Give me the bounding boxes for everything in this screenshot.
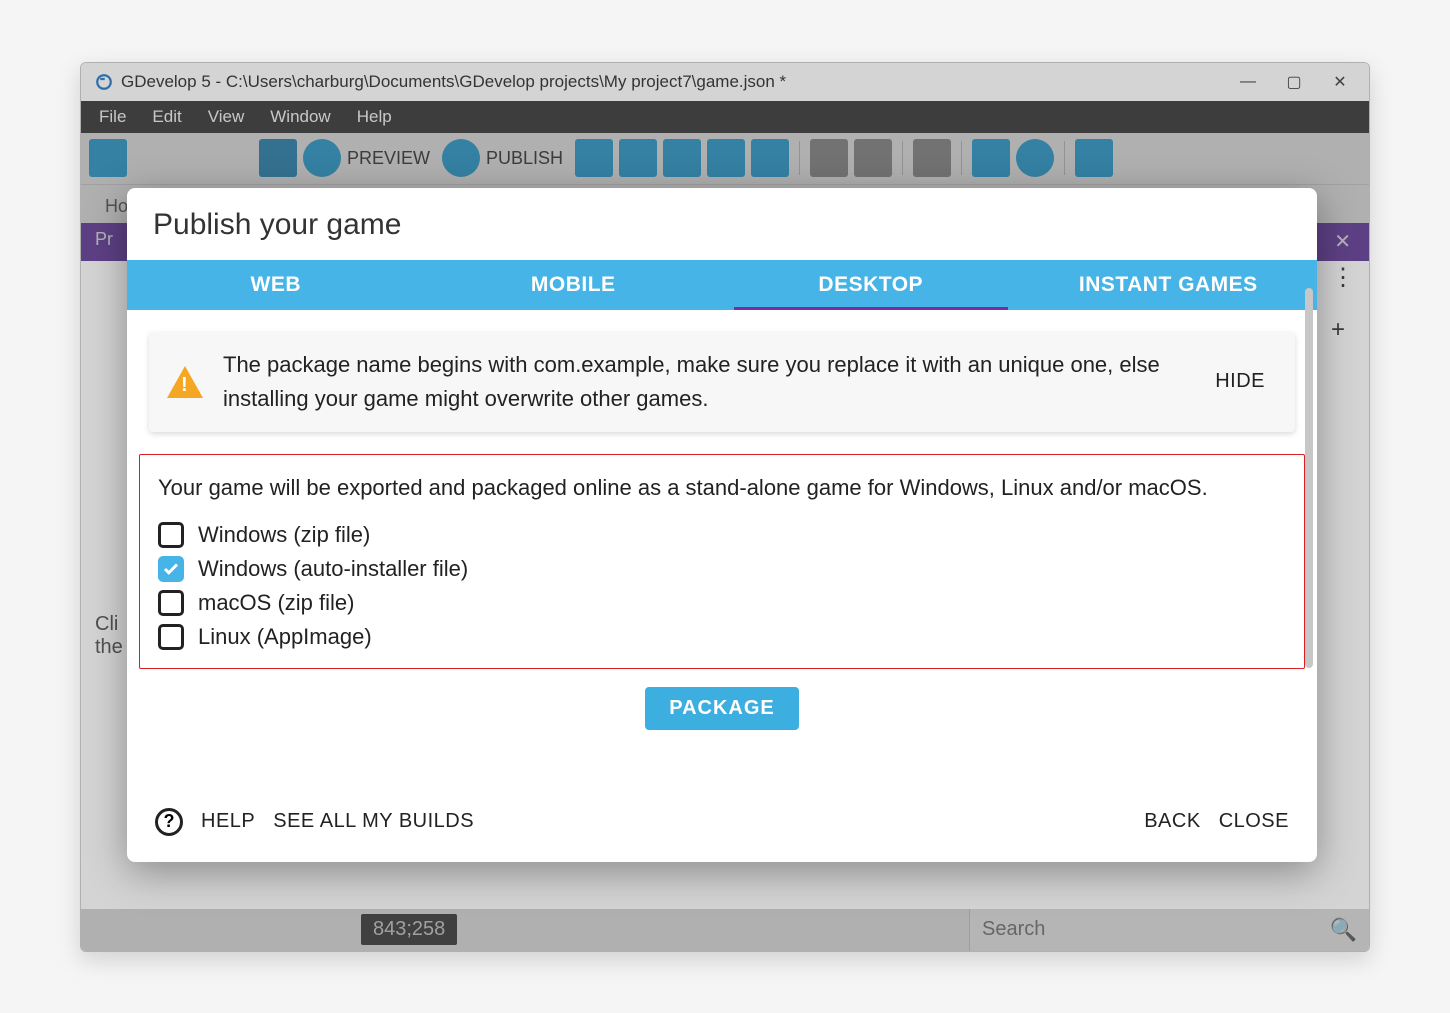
close-button[interactable]: CLOSE — [1219, 810, 1289, 833]
see-builds-button[interactable]: SEE ALL MY BUILDS — [273, 810, 474, 833]
tab-desktop[interactable]: DESKTOP — [722, 260, 1020, 310]
export-description: Your game will be exported and packaged … — [158, 471, 1286, 504]
app-window: GDevelop 5 - C:\Users\charburg\Documents… — [80, 62, 1370, 952]
window-title: GDevelop 5 - C:\Users\charburg\Documents… — [121, 72, 1225, 92]
side-buttons: ⋮ + — [1331, 263, 1355, 344]
toolbar: PREVIEW PUBLISH — [81, 133, 1369, 185]
maximize-button[interactable]: ▢ — [1271, 66, 1317, 98]
option-windows-zip[interactable]: Windows (zip file) — [158, 518, 1286, 552]
menu-window[interactable]: Window — [258, 103, 342, 131]
dialog-tabs: WEB MOBILE DESKTOP INSTANT GAMES — [127, 260, 1317, 310]
edit-icon[interactable] — [663, 139, 701, 177]
kebab-icon[interactable]: ⋮ — [1331, 263, 1355, 292]
coordinates: 843;258 — [361, 914, 457, 945]
statusbar: 843;258 🔍 — [81, 909, 1369, 951]
debug-icon[interactable] — [259, 139, 297, 177]
film-icon[interactable] — [913, 139, 951, 177]
help-button[interactable]: HELP — [201, 810, 255, 833]
option-macos-zip[interactable]: macOS (zip file) — [158, 586, 1286, 620]
wrench-icon[interactable] — [1075, 139, 1113, 177]
minimize-button[interactable]: — — [1225, 66, 1271, 98]
checkbox[interactable] — [158, 624, 184, 650]
scene-close-icon[interactable]: ✕ — [1334, 229, 1351, 254]
menu-edit[interactable]: Edit — [140, 103, 193, 131]
titlebar: GDevelop 5 - C:\Users\charburg\Documents… — [81, 63, 1369, 101]
publish-label: PUBLISH — [486, 148, 563, 169]
play-icon[interactable] — [303, 139, 341, 177]
warning-banner: The package name begins with com.example… — [149, 332, 1295, 432]
package-button[interactable]: PACKAGE — [645, 687, 799, 730]
search-box[interactable]: 🔍 — [969, 909, 1369, 951]
cube1-icon[interactable] — [575, 139, 613, 177]
list-icon[interactable] — [707, 139, 745, 177]
back-button[interactable]: BACK — [1144, 810, 1200, 833]
checkbox[interactable] — [158, 590, 184, 616]
project-icon[interactable] — [89, 139, 127, 177]
checkbox[interactable] — [158, 556, 184, 582]
menu-help[interactable]: Help — [345, 103, 404, 131]
app-logo-icon — [95, 73, 113, 91]
preview-label: PREVIEW — [347, 148, 430, 169]
menubar: File Edit View Window Help — [81, 101, 1369, 133]
warning-icon — [167, 366, 203, 398]
export-options-frame: Your game will be exported and packaged … — [139, 454, 1305, 669]
grid-icon[interactable] — [972, 139, 1010, 177]
redo-icon[interactable] — [854, 139, 892, 177]
menu-file[interactable]: File — [87, 103, 138, 131]
checkbox[interactable] — [158, 522, 184, 548]
hide-button[interactable]: HIDE — [1203, 364, 1277, 399]
tab-web[interactable]: WEB — [127, 260, 425, 310]
option-linux-appimage[interactable]: Linux (AppImage) — [158, 620, 1286, 654]
globe-icon[interactable] — [442, 139, 480, 177]
publish-dialog: Publish your game WEB MOBILE DESKTOP INS… — [127, 188, 1317, 862]
tab-mobile[interactable]: MOBILE — [425, 260, 723, 310]
search-input[interactable] — [982, 918, 1330, 941]
dialog-title: Publish your game — [127, 188, 1317, 260]
menu-view[interactable]: View — [196, 103, 257, 131]
tab-instant-games[interactable]: INSTANT GAMES — [1020, 260, 1318, 310]
dialog-scrollbar[interactable] — [1305, 288, 1313, 668]
dialog-footer: ? HELP SEE ALL MY BUILDS BACK CLOSE — [127, 788, 1317, 862]
copy-icon[interactable] — [751, 139, 789, 177]
option-windows-installer[interactable]: Windows (auto-installer file) — [158, 552, 1286, 586]
bg-hint: Cli the — [95, 613, 123, 659]
undo-icon[interactable] — [810, 139, 848, 177]
window-close-button[interactable]: ✕ — [1317, 66, 1363, 98]
warning-text: The package name begins with com.example… — [223, 348, 1183, 416]
add-icon[interactable]: + — [1331, 316, 1355, 344]
cube2-icon[interactable] — [619, 139, 657, 177]
help-icon[interactable]: ? — [155, 808, 183, 836]
zoom-icon[interactable] — [1016, 139, 1054, 177]
search-icon[interactable]: 🔍 — [1330, 917, 1357, 943]
